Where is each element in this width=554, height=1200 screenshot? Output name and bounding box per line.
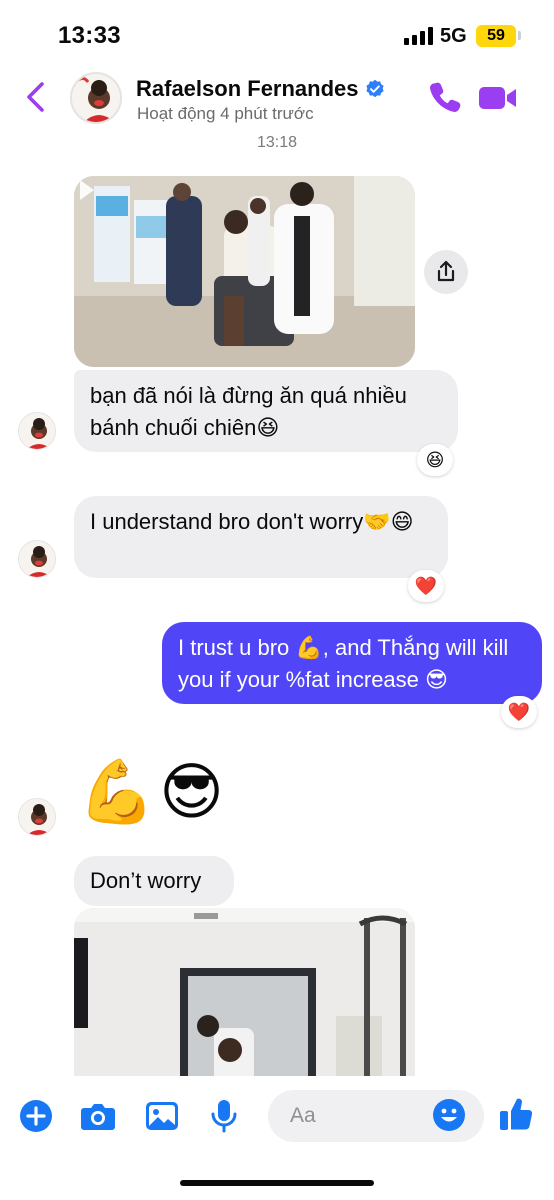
- contact-name: Rafaelson Fernandes: [136, 76, 359, 101]
- message-input-placeholder: Aa: [290, 1104, 316, 1127]
- presence-status: Hoạt động 4 phút trước: [137, 104, 314, 123]
- avatar-illustration: [19, 541, 55, 577]
- hospital-photo-illustration: [74, 176, 415, 367]
- status-time: 13:33: [58, 22, 121, 49]
- thumbs-up-icon[interactable]: [498, 1096, 534, 1132]
- battery-tip: [518, 31, 521, 40]
- photo-attachment[interactable]: [74, 908, 415, 1098]
- incoming-message[interactable]: bạn đã nói là đừng ăn quá nhiều bánh chu…: [74, 370, 458, 452]
- emoji-message[interactable]: 💪😎: [78, 755, 228, 831]
- contact-avatar-small[interactable]: [18, 540, 56, 578]
- phone-icon[interactable]: [428, 80, 462, 114]
- message-composer: Aa: [0, 1076, 554, 1200]
- microphone-icon[interactable]: [206, 1098, 242, 1134]
- contact-avatar-small[interactable]: [18, 412, 56, 450]
- network-label: 5G: [440, 25, 467, 47]
- contact-avatar[interactable]: [70, 72, 122, 124]
- avatar-illustration: [72, 74, 120, 122]
- home-indicator: [180, 1180, 374, 1186]
- gym-photo-illustration: [74, 908, 415, 1098]
- avatar-illustration: [19, 799, 55, 835]
- camera-icon[interactable]: [80, 1098, 116, 1134]
- signal-icon: [404, 27, 433, 45]
- verified-badge-icon: [365, 79, 384, 98]
- share-button[interactable]: [424, 250, 468, 294]
- image-icon[interactable]: [144, 1098, 180, 1134]
- outgoing-message[interactable]: I trust u bro 💪, and Thắng will kill you…: [162, 622, 542, 704]
- contact-name-row[interactable]: Rafaelson Fernandes: [136, 76, 385, 102]
- emoji-icon[interactable]: [432, 1098, 468, 1134]
- message-reaction[interactable]: 😆: [417, 444, 453, 476]
- incoming-message[interactable]: I understand bro don't worry🤝😄: [74, 496, 448, 578]
- plus-icon[interactable]: [18, 1098, 54, 1134]
- photo-attachment[interactable]: [74, 176, 415, 367]
- messenger-chat-screen: 13:33 5G 59 Rafaelson Fernandes Hoạt độn…: [0, 0, 554, 1200]
- avatar-illustration: [19, 413, 55, 449]
- message-reaction[interactable]: ❤️: [501, 696, 537, 728]
- conversation-timestamp: 13:18: [256, 134, 298, 151]
- battery-icon: 59: [476, 25, 516, 47]
- share-icon: [437, 260, 455, 282]
- contact-avatar-small[interactable]: [18, 798, 56, 836]
- video-camera-icon[interactable]: [478, 84, 518, 112]
- incoming-message[interactable]: Don’t worry: [74, 856, 234, 906]
- message-reaction[interactable]: ❤️: [408, 570, 444, 602]
- chevron-left-icon[interactable]: [22, 80, 50, 114]
- chat-header: Rafaelson Fernandes Hoạt động 4 phút trư…: [0, 60, 554, 134]
